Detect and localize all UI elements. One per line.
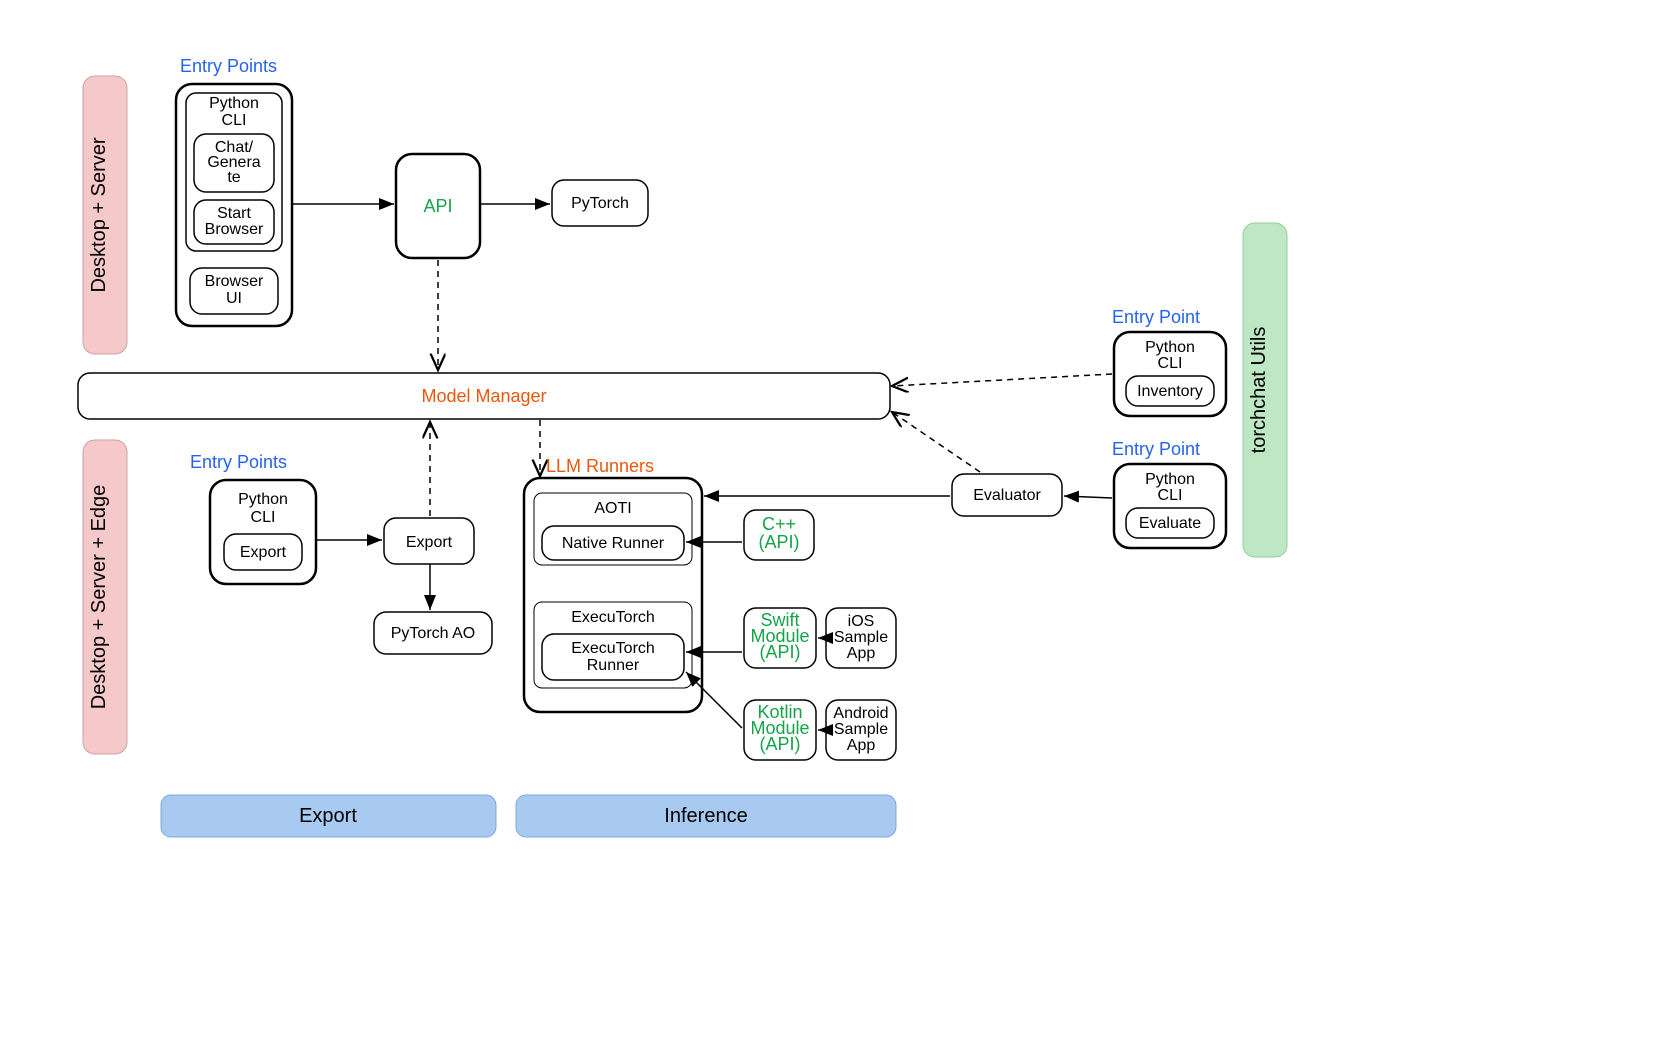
- svg-text:Sample: Sample: [834, 721, 888, 738]
- python-cli-top-label2: CLI: [222, 112, 247, 129]
- svg-text:Browser: Browser: [205, 221, 264, 238]
- native-runner-label: Native Runner: [562, 535, 665, 552]
- svg-text:Start: Start: [217, 205, 251, 222]
- svg-text:CLI: CLI: [1158, 487, 1183, 504]
- aoti-label: AOTI: [594, 500, 631, 517]
- ribbon-torchchat-utils-label: torchchat Utils: [1248, 327, 1270, 454]
- header-entry-point-r2: Entry Point: [1112, 439, 1200, 459]
- header-entry-point-r1: Entry Point: [1112, 307, 1200, 327]
- evaluator-label: Evaluator: [973, 487, 1041, 504]
- ribbon-desktop-server-edge-label: Desktop + Server + Edge: [88, 485, 110, 710]
- svg-text:App: App: [847, 737, 876, 754]
- inventory-label: Inventory: [1137, 383, 1203, 400]
- svg-text:Android: Android: [833, 705, 888, 722]
- ribbon-desktop-server-label: Desktop + Server: [88, 137, 110, 292]
- svg-text:Runner: Runner: [587, 657, 640, 674]
- ribbon-inference-label: Inference: [664, 805, 747, 827]
- ribbon-export-label: Export: [299, 805, 357, 827]
- svg-text:CLI: CLI: [251, 509, 276, 526]
- export-box-label: Export: [406, 534, 453, 551]
- header-entry-points-left: Entry Points: [190, 452, 287, 472]
- arrow-inventory-modelmanager: [892, 374, 1112, 386]
- arrow-evaluate-evaluator: [1064, 496, 1112, 498]
- arrow-evaluator-modelmanager: [892, 412, 980, 472]
- svg-text:te: te: [227, 169, 240, 186]
- header-entry-points-top: Entry Points: [180, 56, 277, 76]
- svg-text:UI: UI: [226, 290, 242, 307]
- api-label: API: [423, 196, 452, 216]
- svg-text:iOS: iOS: [848, 613, 875, 630]
- pytorch-label: PyTorch: [571, 195, 629, 212]
- pytorch-ao-label: PyTorch AO: [391, 625, 475, 642]
- svg-text:(API): (API): [759, 642, 800, 662]
- svg-text:(API): (API): [759, 734, 800, 754]
- svg-text:Python: Python: [1145, 339, 1195, 356]
- svg-text:ExecuTorch: ExecuTorch: [571, 640, 655, 657]
- svg-text:CLI: CLI: [1158, 355, 1183, 372]
- svg-text:(API): (API): [758, 532, 799, 552]
- svg-text:Sample: Sample: [834, 629, 888, 646]
- evaluate-label: Evaluate: [1139, 515, 1201, 532]
- export-inner-label: Export: [240, 544, 287, 561]
- svg-text:App: App: [847, 645, 876, 662]
- svg-text:Browser: Browser: [205, 273, 264, 290]
- svg-text:Python: Python: [1145, 471, 1195, 488]
- model-manager-label: Model Manager: [421, 386, 546, 406]
- header-llm-runners: LLM Runners: [546, 456, 654, 476]
- svg-text:C++: C++: [762, 514, 796, 534]
- executorch-label: ExecuTorch: [571, 609, 655, 626]
- svg-text:Python: Python: [238, 491, 288, 508]
- python-cli-top-label1: Python: [209, 95, 259, 112]
